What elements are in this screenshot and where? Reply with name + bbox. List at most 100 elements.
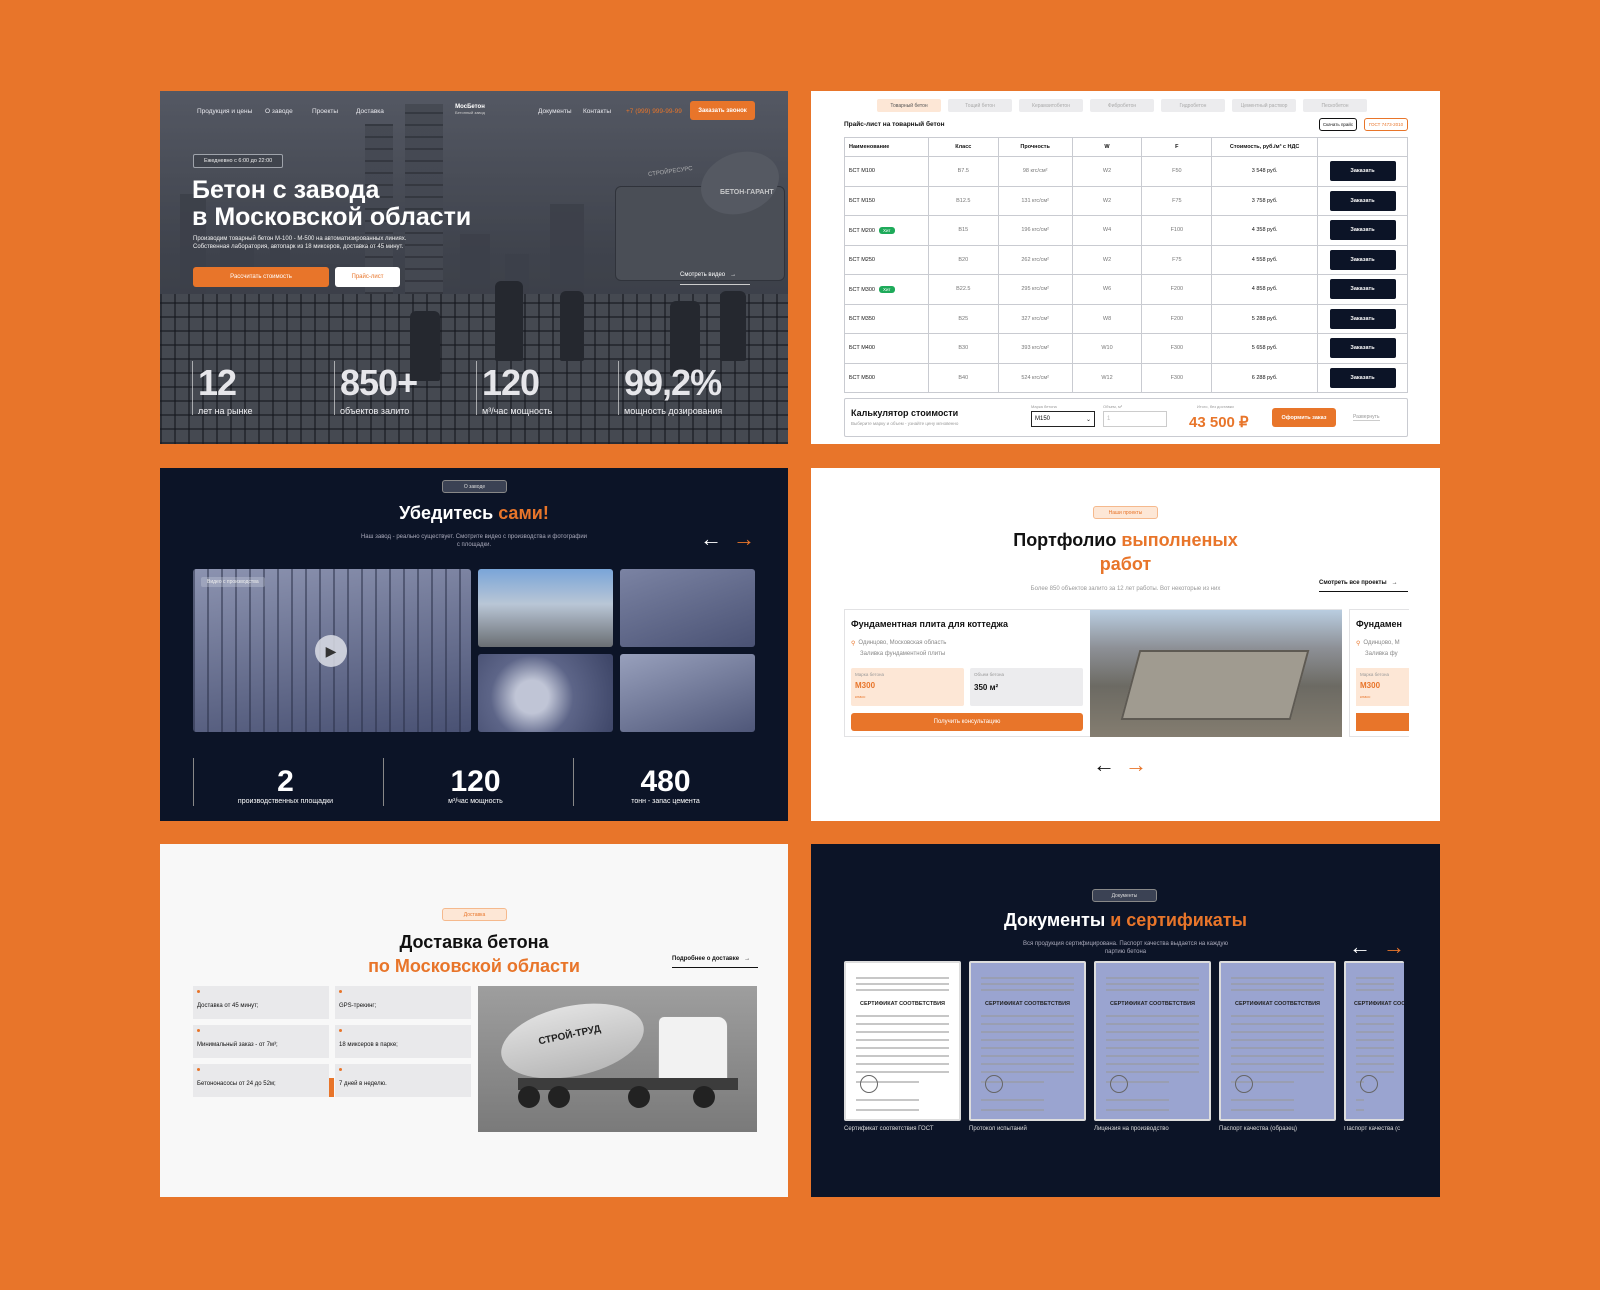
order-button[interactable]: Заказать xyxy=(1329,190,1396,211)
feature-fast: Доставка от 45 минут; xyxy=(193,986,329,1019)
delivery-section: Доставка Доставка бетона по Московской об… xyxy=(160,844,788,1197)
download-price-button[interactable]: Скачать прайс xyxy=(1319,118,1357,131)
stat-cement: 480 xyxy=(640,765,691,798)
document-thumbnail[interactable]: СЕРТИФИКАТ СООТВЕТСТВИЯ xyxy=(1219,961,1336,1121)
feature-min-order: Минимальный заказ - от 7м³; xyxy=(193,1025,329,1058)
photo-plant[interactable] xyxy=(478,569,613,647)
arrow-right-icon[interactable]: → xyxy=(1383,936,1405,958)
document-thumbnail[interactable]: СЕРТИФИКАТ СООТВЕТСТВИЯ xyxy=(969,961,1086,1121)
hero-section: БЕТОН-ГАРАНТ СТРОЙРЕСУРС Продукция и цен… xyxy=(160,91,788,444)
nav-item-products[interactable]: Продукция и цены xyxy=(197,108,252,115)
calc-cost-button[interactable]: Рассчитать стоимость xyxy=(193,267,329,287)
cost-calculator: Калькулятор стоимости Выберите марку и о… xyxy=(844,398,1408,437)
about-section: О заводе Убедитесь сами! Наш завод - реа… xyxy=(160,468,788,821)
documents-badge: Документы xyxy=(1092,889,1157,902)
feature-gps: GPS-трекинг; xyxy=(335,986,471,1019)
documents-section: Документы Документы и сертификаты Вся пр… xyxy=(811,844,1440,1197)
price-row: БСТ М400 B30 393 кгс/см² W10 F300 5 658 … xyxy=(844,333,1408,364)
order-button[interactable]: Заказать xyxy=(1329,338,1396,359)
order-button[interactable]: Заказать xyxy=(1329,367,1396,388)
arrow-left-icon[interactable]: ← xyxy=(700,528,722,550)
price-row: БСТ М350 B25 327 кгс/см² W8 F200 5 288 р… xyxy=(844,303,1408,334)
project-card-2: Фундамен ⚲ Одинцово, М Заливка фу Марка б… xyxy=(1349,609,1409,737)
photo-workers[interactable] xyxy=(620,569,755,647)
document-label: Протокол испытаний xyxy=(969,1126,1027,1132)
chevron-down-icon: ⌄ xyxy=(1085,417,1091,423)
tab-sand[interactable]: Пескобетон xyxy=(1303,99,1367,112)
volume-input[interactable]: 1 xyxy=(1103,411,1167,427)
document-thumbnail[interactable]: СЕРТИФИКАТ СООТВЕТСТВИЯ xyxy=(844,961,961,1121)
price-row: БСТ М300 Хит B22.5 295 кгс/см² W6 F200 4 … xyxy=(844,274,1408,305)
callback-button[interactable]: Заказать звонок xyxy=(690,101,755,120)
nav-item-contacts[interactable]: Контакты xyxy=(583,108,611,115)
portfolio-title: Портфолио выполненых работ xyxy=(1013,530,1238,574)
document-thumbnail[interactable]: СЕРТИФИКАТ СООТВЕТСТВИЯ xyxy=(1344,961,1404,1121)
phone-link[interactable]: +7 (999) 999-99-99 xyxy=(626,108,682,115)
hero-description: Производим товарный бетон М-100 - М-500 … xyxy=(193,236,407,250)
stat-objects: 850+ xyxy=(340,362,418,403)
gost-button[interactable]: ГОСТ 7473-2010 xyxy=(1364,118,1408,131)
order-button[interactable]: Заказать xyxy=(1329,308,1396,329)
arrow-right-icon: → xyxy=(730,272,737,278)
photo-mixer[interactable] xyxy=(478,654,613,732)
watch-video-link[interactable]: Смотреть видео → xyxy=(680,272,750,285)
photo-lab[interactable] xyxy=(620,654,755,732)
expand-link[interactable]: Развернуть xyxy=(1353,414,1380,421)
all-projects-link[interactable]: Смотреть все проекты → xyxy=(1319,580,1408,592)
delivery-badge: Доставка xyxy=(442,908,507,921)
portfolio-section: Наши проекты Портфолио выполненых работ Б… xyxy=(811,468,1440,821)
delivery-title: Доставка бетона по Московской области xyxy=(368,932,580,976)
order-button[interactable]: Заказать xyxy=(1329,279,1396,300)
arrow-right-icon[interactable]: → xyxy=(1125,754,1147,776)
price-row: БСТ М500 B40 524 кгс/см² W12 F300 6 288 … xyxy=(844,362,1408,393)
order-button[interactable]: Заказать xyxy=(1329,220,1396,241)
arrow-right-icon[interactable]: → xyxy=(733,528,755,550)
arrow-right-icon: → xyxy=(1391,580,1398,586)
document-label: Паспорт качества (с xyxy=(1344,1126,1401,1132)
arrow-right-icon: → xyxy=(744,956,751,962)
stat-capacity: 120 xyxy=(482,362,540,403)
portfolio-badge: Наши проекты xyxy=(1093,506,1158,519)
stat-dosing: 99,2% xyxy=(624,362,722,403)
price-list-button[interactable]: Прайс-лист xyxy=(335,267,400,287)
truck-photo[interactable]: СТРОЙ-ТРУД xyxy=(478,986,757,1132)
tab-lean[interactable]: Тощий бетон xyxy=(948,99,1012,112)
hit-badge: Хит xyxy=(878,226,895,234)
tab-cement[interactable]: Цементный раствор xyxy=(1232,99,1296,112)
total-price: 43 500 ₽ xyxy=(1189,414,1249,431)
arrow-left-icon[interactable]: ← xyxy=(1349,936,1371,958)
consultation-button[interactable]: Получить консультацию xyxy=(851,713,1083,731)
nav-item-delivery[interactable]: Доставка xyxy=(356,108,384,115)
location-pin-icon: ⚲ xyxy=(1356,641,1361,647)
document-thumbnail[interactable]: СЕРТИФИКАТ СООТВЕТСТВИЯ xyxy=(1094,961,1211,1121)
price-row: БСТ М250 B20 262 кгс/см² W2 F75 4 558 ру… xyxy=(844,244,1408,275)
stat-sites: 2 xyxy=(277,765,294,798)
tab-fiber[interactable]: Фибробетон xyxy=(1090,99,1154,112)
price-section: Товарный бетон Тощий бетон Керамзитобето… xyxy=(811,91,1440,444)
delivery-more-link[interactable]: Подробнее о доставке → xyxy=(672,956,758,968)
project-photo[interactable] xyxy=(1090,610,1342,737)
hero-title: Бетон с завода в Московской области xyxy=(192,176,472,231)
tab-claydite[interactable]: Керамзитобетон xyxy=(1019,99,1083,112)
tab-commercial[interactable]: Товарный бетон xyxy=(877,99,941,112)
video-thumbnail[interactable]: Видео с производства ▶ xyxy=(193,569,471,732)
feature-pumps: Бетононасосы от 24 до 52м; xyxy=(193,1064,329,1097)
nav-item-projects[interactable]: Проекты xyxy=(312,108,338,115)
document-label: Лицензия на производство xyxy=(1094,1126,1169,1132)
order-button[interactable]: Заказать xyxy=(1329,161,1396,182)
document-label: Сертификат соответствия ГОСТ xyxy=(844,1126,934,1132)
order-button[interactable]: Заказать xyxy=(1329,249,1396,270)
hours-badge: Ежедневно с 6:00 до 22:00 xyxy=(193,154,284,168)
nav-item-documents[interactable]: Документы xyxy=(538,108,572,115)
project-card: Фундаментная плита для коттеджа ⚲ Одинцов… xyxy=(844,609,1342,737)
arrow-left-icon[interactable]: ← xyxy=(1093,754,1115,776)
nav-item-about[interactable]: О заводе xyxy=(265,108,293,115)
price-table: Наименование Класс Прочность W F Стоимос… xyxy=(844,137,1408,393)
place-order-button[interactable]: Оформить заказ xyxy=(1272,408,1336,427)
stat-years: 12 xyxy=(198,362,237,403)
document-label: Паспорт качества (образец) xyxy=(1219,1126,1297,1132)
tab-hydro[interactable]: Гидробетон xyxy=(1161,99,1225,112)
play-icon[interactable]: ▶ xyxy=(315,635,347,667)
concrete-brand-select[interactable]: М150 ⌄ xyxy=(1031,411,1095,427)
logo[interactable]: МосБетон Бетонный завод xyxy=(455,104,485,115)
